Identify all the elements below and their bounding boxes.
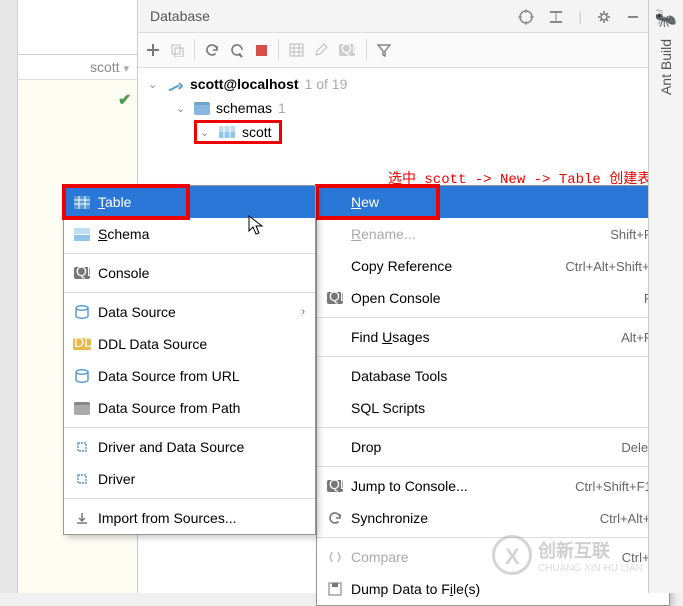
ddl-icon: DDL xyxy=(72,338,92,350)
schema-name: scott xyxy=(242,124,272,140)
driver-icon xyxy=(72,472,92,486)
sql-icon[interactable]: QL xyxy=(338,43,356,57)
menu-open-console[interactable]: QL Open Console F4 xyxy=(317,282,669,314)
schemas-count: 1 xyxy=(278,100,286,116)
menu-schema[interactable]: Schema xyxy=(64,218,315,250)
tree-connection-row[interactable]: ⌄ scott@localhost 1 of 19 xyxy=(138,72,648,96)
svg-text:QL: QL xyxy=(329,480,343,492)
wrench-icon[interactable] xyxy=(230,43,245,58)
svg-text:DDL: DDL xyxy=(74,338,91,350)
database-icon xyxy=(72,369,92,383)
right-rail[interactable]: 🐜 Ant Build xyxy=(648,0,683,593)
folder-icon xyxy=(194,102,210,115)
watermark: 创新互联 CHUANG XIN HU LIAN xyxy=(492,535,643,575)
target-icon[interactable] xyxy=(518,9,534,25)
grid-icon[interactable] xyxy=(289,43,304,57)
menu-find-usages[interactable]: Find Usages Alt+F7 xyxy=(317,321,669,353)
minimize-icon[interactable] xyxy=(626,10,640,24)
panel-title: Database | xyxy=(138,0,648,33)
tree[interactable]: ⌄ scott@localhost 1 of 19 ⌄ schemas 1 ⌄ … xyxy=(138,68,648,144)
table-icon xyxy=(72,196,92,209)
filter-icon[interactable] xyxy=(377,43,391,57)
menu-database-tools[interactable]: Database Tools › xyxy=(317,360,669,392)
server-icon xyxy=(166,76,184,92)
chevron-down-icon[interactable]: ⌄ xyxy=(176,102,188,115)
context-menu-new[interactable]: Table Schema QL Console Data Source › DD… xyxy=(63,185,316,535)
left-label[interactable]: scott ▾ xyxy=(18,55,138,80)
chevron-down-icon[interactable]: ⌄ xyxy=(200,126,212,139)
save-icon xyxy=(325,582,345,596)
sql-icon: QL xyxy=(325,480,345,492)
ant-icon: 🐜 xyxy=(649,8,683,29)
menu-copy-reference[interactable]: Copy Reference Ctrl+Alt+Shift+C xyxy=(317,250,669,282)
menu-synchronize[interactable]: Synchronize Ctrl+Alt+Y xyxy=(317,502,669,534)
menu-table[interactable]: Table xyxy=(64,186,315,218)
svg-text:QL: QL xyxy=(76,267,90,279)
schema-icon xyxy=(218,125,236,139)
menu-import-sources[interactable]: Import from Sources... xyxy=(64,502,315,534)
connection-label: scott@localhost xyxy=(190,76,299,92)
tree-schema-row[interactable]: ⌄ scott xyxy=(138,120,648,144)
menu-console[interactable]: QL Console xyxy=(64,257,315,289)
menu-jump-console[interactable]: QL Jump to Console... Ctrl+Shift+F10 xyxy=(317,470,669,502)
svg-text:QL: QL xyxy=(329,292,343,304)
edit-icon[interactable] xyxy=(314,43,328,57)
schemas-label: schemas xyxy=(216,100,272,116)
connection-count: 1 of 19 xyxy=(305,76,348,92)
tree-schemas-row[interactable]: ⌄ schemas 1 xyxy=(138,96,648,120)
menu-driver[interactable]: Driver xyxy=(64,463,315,495)
split-icon[interactable] xyxy=(548,9,564,25)
toolbar: QL xyxy=(138,33,648,68)
menu-sql-scripts[interactable]: SQL Scripts › xyxy=(317,392,669,424)
menu-driver-and-ds[interactable]: Driver and Data Source xyxy=(64,431,315,463)
menu-data-source-url[interactable]: Data Source from URL xyxy=(64,360,315,392)
chevron-right-icon: › xyxy=(301,306,305,318)
menu-dump-to-file[interactable]: Dump Data to File(s) xyxy=(317,573,669,605)
sql-icon: QL xyxy=(72,267,92,279)
compare-icon xyxy=(325,550,345,564)
chevron-down-icon[interactable]: ⌄ xyxy=(148,78,160,91)
database-icon xyxy=(72,305,92,319)
chevron-down-icon: ▾ xyxy=(123,63,129,75)
gear-icon[interactable] xyxy=(596,9,612,25)
checkmark-icon: ✔ xyxy=(118,90,131,110)
import-icon xyxy=(72,511,92,525)
driver-icon xyxy=(72,440,92,454)
menu-rename: Rename... Shift+F6 xyxy=(317,218,669,250)
add-icon[interactable] xyxy=(146,43,160,57)
right-rail-label[interactable]: Ant Build xyxy=(658,39,674,95)
stop-icon[interactable] xyxy=(255,44,268,57)
menu-label: N xyxy=(351,194,361,210)
menu-data-source[interactable]: Data Source › xyxy=(64,296,315,328)
menu-drop[interactable]: Drop Delete xyxy=(317,431,669,463)
sql-icon: QL xyxy=(325,292,345,304)
refresh-icon[interactable] xyxy=(205,43,220,58)
svg-text:QL: QL xyxy=(341,43,356,56)
copy-icon[interactable] xyxy=(170,43,184,57)
folder-icon xyxy=(72,402,92,415)
menu-ddl-data-source[interactable]: DDL DDL Data Source xyxy=(64,328,315,360)
menu-new[interactable]: New › xyxy=(317,186,669,218)
schema-icon xyxy=(72,228,92,241)
menu-data-source-path[interactable]: Data Source from Path xyxy=(64,392,315,424)
refresh-icon xyxy=(325,511,345,525)
